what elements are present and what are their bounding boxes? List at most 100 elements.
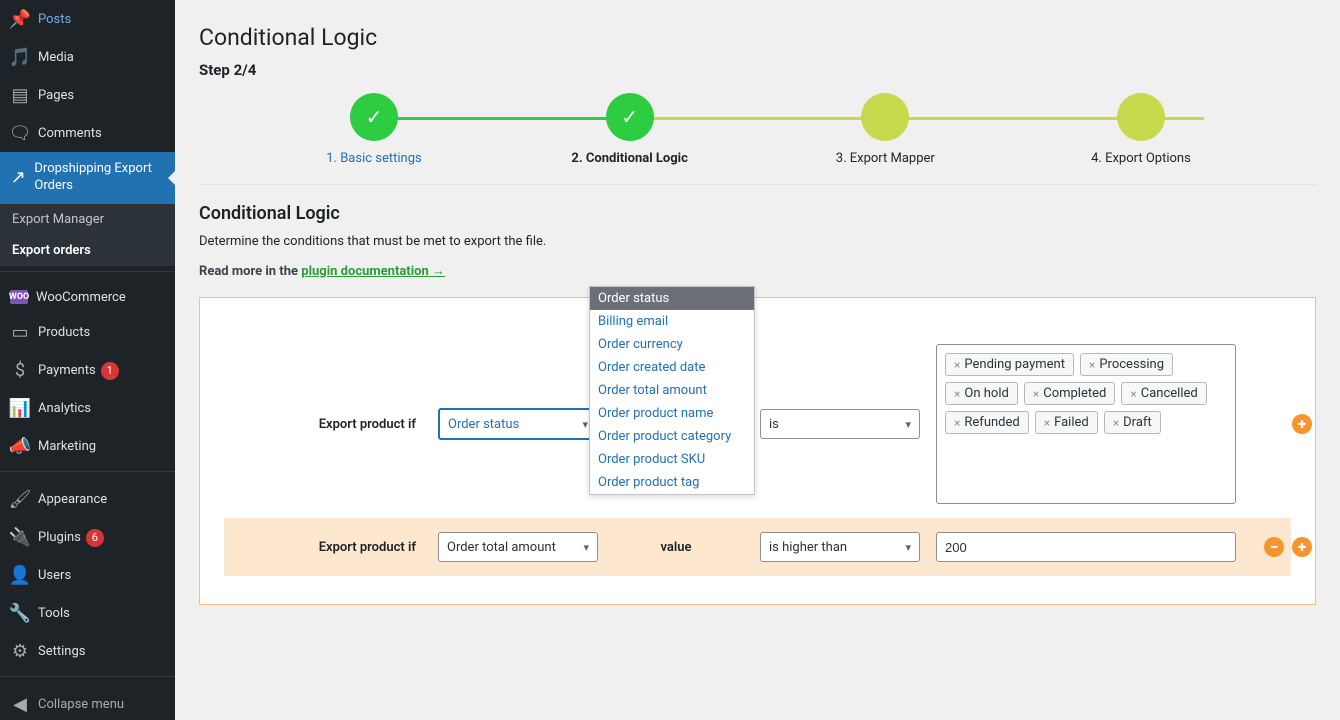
sidebar-label: Plugins (38, 530, 81, 545)
sidebar-label: WooCommerce (36, 290, 126, 305)
step-conditional-logic[interactable]: ✓ 2. Conditional Logic (545, 93, 715, 166)
dropdown-option[interactable]: Order currency (590, 333, 754, 356)
sidebar-item-analytics[interactable]: 📊Analytics (0, 390, 175, 428)
tag-refunded[interactable]: × Refunded (945, 411, 1029, 434)
condition-values-multiselect[interactable]: ×Pending payment ×Processing ×On hold ×C… (936, 344, 1236, 504)
sidebar-separator (0, 471, 175, 476)
step-export-options[interactable]: 4. Export Options (1056, 93, 1226, 166)
condition-row: Export product if Order status ▾ value i… (224, 330, 1291, 518)
condition-field-select[interactable]: Order status ▾ (438, 408, 598, 440)
tools-icon: 🔧 (10, 604, 30, 624)
dropdown-option[interactable]: Order status (590, 287, 754, 310)
sidebar-item-posts[interactable]: 📌Posts (0, 0, 175, 38)
tag-completed[interactable]: ×Completed (1024, 382, 1116, 405)
tag-cancelled[interactable]: × Cancelled (1121, 382, 1206, 405)
dropdown-option[interactable]: Order product category (590, 425, 754, 448)
divider (199, 184, 1316, 185)
step-label: 4. Export Options (1091, 151, 1191, 166)
step-circle (861, 93, 909, 141)
select-value: is higher than (769, 540, 847, 555)
dropdown-option[interactable]: Order created date (590, 356, 754, 379)
remove-icon[interactable]: × (954, 387, 960, 401)
sidebar-separator (0, 271, 175, 276)
sidebar-label: Payments (38, 363, 96, 378)
sidebar-separator (0, 676, 175, 681)
sidebar-item-users[interactable]: 👤Users (0, 557, 175, 595)
sidebar-item-products[interactable]: ▭Products (0, 314, 175, 352)
sidebar-item-payments[interactable]: $Payments1 (0, 352, 175, 390)
steps-wizard: ✓ 1. Basic settings ✓ 2. Conditional Log… (199, 93, 1316, 166)
remove-icon[interactable]: × (1044, 416, 1050, 430)
sidebar-label: Settings (38, 644, 85, 659)
sidebar-label: Pages (38, 88, 74, 103)
select-value: is (769, 417, 779, 432)
tag-label: Cancelled (1141, 386, 1198, 401)
condition-value-input[interactable] (936, 532, 1236, 562)
dropdown-option[interactable]: Order product tag (590, 471, 754, 494)
select-value: Order total amount (447, 540, 556, 555)
dropdown-option[interactable]: Order product name (590, 402, 754, 425)
step-indicator: Step 2/4 (199, 61, 1316, 79)
tag-pending-payment[interactable]: × Pending payment (945, 353, 1074, 376)
condition-row-label: Export product if (242, 540, 422, 555)
remove-icon[interactable]: × (954, 416, 960, 430)
chevron-down-icon: ▾ (905, 418, 911, 431)
collapse-menu-button[interactable]: ◀Collapse menu (0, 686, 175, 720)
page-title: Conditional Logic (199, 24, 1316, 51)
remove-icon[interactable]: × (1089, 358, 1095, 372)
tag-label: Refunded (964, 415, 1019, 430)
sidebar-item-woocommerce[interactable]: WOOWooCommerce (0, 281, 175, 314)
readmore-text: Read more in the plugin documentation → (199, 263, 1316, 279)
sidebar-label: Comments (38, 126, 102, 141)
condition-field-select[interactable]: Order total amount ▾ (438, 532, 598, 562)
sidebar-item-comments[interactable]: 🗨Comments (0, 114, 175, 152)
section-description: Determine the conditions that must be me… (199, 234, 1316, 249)
condition-operator-select[interactable]: is ▾ (760, 409, 920, 439)
row-actions: + (1252, 414, 1312, 434)
submenu-item-export-manager[interactable]: Export Manager (0, 204, 175, 235)
remove-icon[interactable]: × (1033, 387, 1039, 401)
remove-icon[interactable]: × (1113, 416, 1119, 430)
remove-icon[interactable]: × (1130, 387, 1136, 401)
conditions-container: Export product if Order status ▾ value i… (199, 297, 1316, 605)
tag-label: Pending payment (964, 357, 1065, 372)
add-condition-button[interactable]: + (1292, 537, 1312, 557)
sidebar-item-appearance[interactable]: 🖌Appearance (0, 481, 175, 519)
chevron-down-icon: ▾ (905, 541, 911, 554)
step-export-mapper[interactable]: 3. Export Mapper (800, 93, 970, 166)
sidebar-item-plugins[interactable]: 🔌Plugins6 (0, 519, 175, 557)
dropdown-option[interactable]: Order total amount (590, 379, 754, 402)
remove-icon[interactable]: × (954, 358, 960, 372)
submenu-item-export-orders[interactable]: Export orders (0, 235, 175, 266)
admin-sidebar: 📌Posts 🎵 Media ▤Pages 🗨Comments ↗Dropship… (0, 0, 175, 720)
sidebar-item-marketing[interactable]: 📣Marketing (0, 428, 175, 466)
media-icon: 🎵 (10, 47, 30, 67)
field-dropdown-menu: Order status Billing email Order currenc… (589, 286, 755, 495)
condition-operator-select[interactable]: is higher than ▾ (760, 532, 920, 562)
tag-failed[interactable]: ×Failed (1035, 411, 1098, 434)
readmore-prefix: Read more in the (199, 264, 301, 279)
add-condition-button[interactable]: + (1292, 414, 1312, 434)
tag-label: Draft (1123, 415, 1152, 430)
step-label: 3. Export Mapper (836, 151, 935, 166)
sidebar-label: Media (38, 50, 74, 65)
sidebar-label: Collapse menu (38, 697, 124, 712)
step-label: 2. Conditional Logic (571, 151, 687, 166)
tag-on-hold[interactable]: ×On hold (945, 382, 1018, 405)
dropdown-option[interactable]: Billing email (590, 310, 754, 333)
check-icon: ✓ (606, 93, 654, 141)
sidebar-item-pages[interactable]: ▤Pages (0, 76, 175, 114)
sidebar-item-tools[interactable]: 🔧Tools (0, 595, 175, 633)
documentation-link[interactable]: plugin documentation → (301, 264, 445, 279)
sidebar-label: Appearance (38, 492, 107, 507)
step-basic-settings[interactable]: ✓ 1. Basic settings (289, 93, 459, 166)
tag-draft[interactable]: × Draft (1104, 411, 1161, 434)
sidebar-item-settings[interactable]: ⚙Settings (0, 633, 175, 671)
sidebar-item-dropshipping-export-orders[interactable]: ↗Dropshipping Export Orders (0, 152, 175, 204)
dropdown-option[interactable]: Order product SKU (590, 448, 754, 471)
value-label: value (614, 540, 744, 555)
sidebar-item-media[interactable]: 🎵 Media (0, 38, 175, 76)
tag-processing[interactable]: ×Processing (1080, 353, 1173, 376)
remove-condition-button[interactable]: − (1264, 537, 1284, 557)
badge-count: 1 (101, 362, 119, 380)
